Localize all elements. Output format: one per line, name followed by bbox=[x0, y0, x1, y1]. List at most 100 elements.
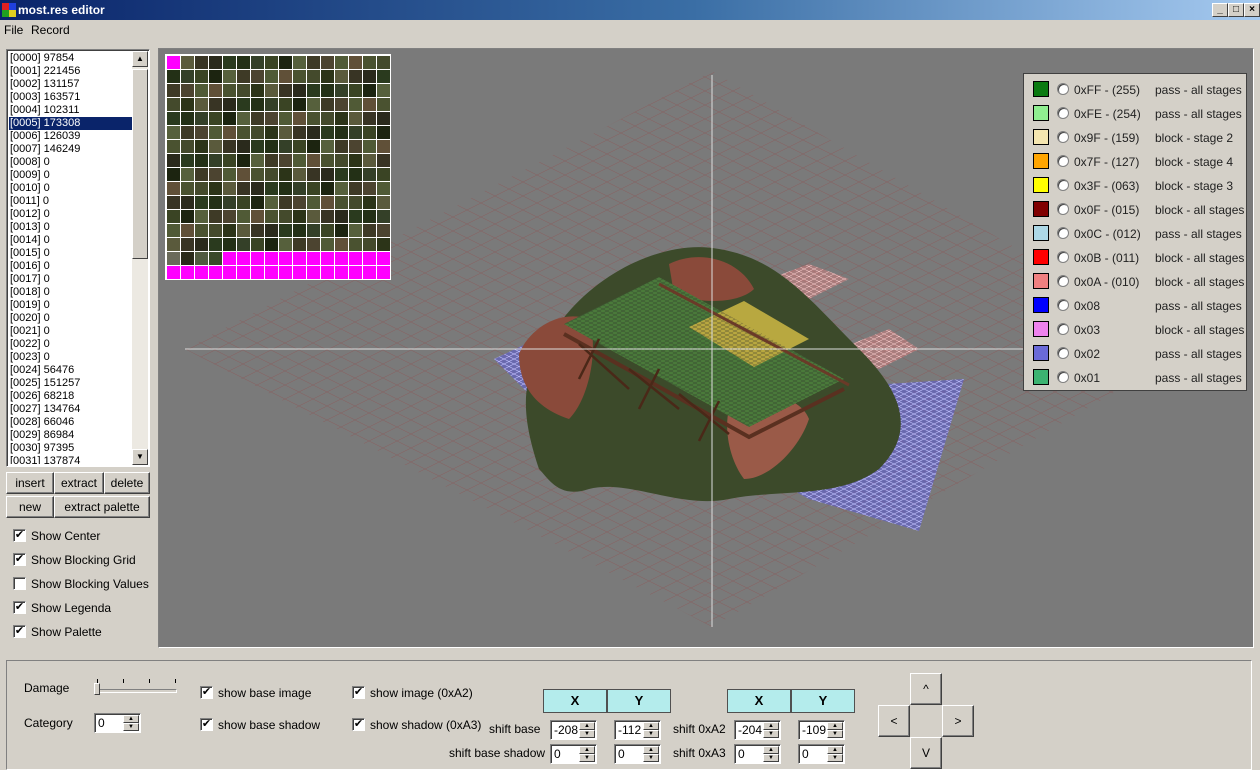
list-item[interactable]: [0005] 173308 bbox=[9, 117, 133, 130]
scroll-down-arrow-icon[interactable]: ▼ bbox=[132, 449, 148, 465]
palette-swatch[interactable] bbox=[265, 210, 278, 223]
list-item[interactable]: [0031] 137874 bbox=[9, 455, 133, 464]
palette-swatch[interactable] bbox=[363, 238, 376, 251]
palette-swatch[interactable] bbox=[167, 98, 180, 111]
list-item[interactable]: [0022] 0 bbox=[9, 338, 133, 351]
palette-swatch[interactable] bbox=[307, 196, 320, 209]
palette-swatch[interactable] bbox=[195, 182, 208, 195]
palette-swatch[interactable] bbox=[237, 98, 250, 111]
shift-a3-x-spinner[interactable]: 0 ▲ ▼ bbox=[734, 744, 781, 764]
palette-swatch[interactable] bbox=[293, 266, 306, 279]
palette-swatch[interactable] bbox=[195, 168, 208, 181]
palette-swatch[interactable] bbox=[209, 224, 222, 237]
palette-swatch[interactable] bbox=[265, 126, 278, 139]
palette-swatch[interactable] bbox=[293, 84, 306, 97]
palette-swatch[interactable] bbox=[321, 126, 334, 139]
palette-swatch[interactable] bbox=[377, 154, 390, 167]
extract-palette-button[interactable]: extract palette bbox=[54, 496, 150, 518]
palette-swatch[interactable] bbox=[195, 140, 208, 153]
palette-swatch[interactable] bbox=[293, 252, 306, 265]
palette-swatch[interactable] bbox=[209, 210, 222, 223]
list-item[interactable]: [0015] 0 bbox=[9, 247, 133, 260]
legend-radio[interactable] bbox=[1057, 323, 1069, 335]
palette-swatch[interactable] bbox=[209, 56, 222, 69]
palette-swatch[interactable] bbox=[195, 210, 208, 223]
palette-swatch[interactable] bbox=[321, 168, 334, 181]
palette-swatch[interactable] bbox=[377, 182, 390, 195]
palette-swatch[interactable] bbox=[349, 140, 362, 153]
insert-button[interactable]: insert bbox=[6, 472, 54, 494]
palette-swatch[interactable] bbox=[279, 126, 292, 139]
legend-row[interactable]: 0x03 block - all stages bbox=[1024, 318, 1248, 342]
palette-swatch[interactable] bbox=[223, 84, 236, 97]
palette-swatch[interactable] bbox=[293, 70, 306, 83]
spin-down-icon[interactable]: ▼ bbox=[579, 754, 595, 762]
palette-swatch[interactable] bbox=[293, 238, 306, 251]
palette-swatch[interactable] bbox=[223, 224, 236, 237]
palette-swatch[interactable] bbox=[321, 224, 334, 237]
spin-down-icon[interactable]: ▼ bbox=[827, 754, 843, 762]
palette-swatch[interactable] bbox=[251, 98, 264, 111]
palette-swatch[interactable] bbox=[279, 210, 292, 223]
palette-swatch[interactable] bbox=[195, 154, 208, 167]
legend-radio[interactable] bbox=[1057, 107, 1069, 119]
palette-swatch[interactable] bbox=[307, 266, 320, 279]
palette-swatch[interactable] bbox=[223, 238, 236, 251]
palette-swatch[interactable] bbox=[377, 84, 390, 97]
palette-swatch[interactable] bbox=[195, 112, 208, 125]
palette-swatch[interactable] bbox=[181, 238, 194, 251]
legend-row[interactable]: 0x01 pass - all stages bbox=[1024, 366, 1248, 390]
palette-swatch[interactable] bbox=[377, 238, 390, 251]
color-palette[interactable] bbox=[165, 54, 391, 280]
damage-slider[interactable] bbox=[7, 661, 187, 701]
palette-swatch[interactable] bbox=[167, 70, 180, 83]
palette-swatch[interactable] bbox=[335, 266, 348, 279]
list-item[interactable]: [0012] 0 bbox=[9, 208, 133, 221]
palette-swatch[interactable] bbox=[293, 196, 306, 209]
palette-swatch[interactable] bbox=[223, 98, 236, 111]
shift-a3-y-spinner[interactable]: 0 ▲ ▼ bbox=[798, 744, 845, 764]
legend-row[interactable]: 0x08 pass - all stages bbox=[1024, 294, 1248, 318]
palette-swatch[interactable] bbox=[223, 196, 236, 209]
palette-swatch[interactable] bbox=[363, 182, 376, 195]
palette-swatch[interactable] bbox=[265, 238, 278, 251]
palette-swatch[interactable] bbox=[349, 112, 362, 125]
palette-swatch[interactable] bbox=[321, 154, 334, 167]
palette-swatch[interactable] bbox=[279, 196, 292, 209]
palette-swatch[interactable] bbox=[363, 140, 376, 153]
palette-swatch[interactable] bbox=[209, 266, 222, 279]
palette-swatch[interactable] bbox=[307, 168, 320, 181]
record-list[interactable]: [0000] 97854 [0001] 221456 [0002] 131157 [0… bbox=[6, 49, 150, 467]
palette-swatch[interactable] bbox=[363, 224, 376, 237]
palette-swatch[interactable] bbox=[335, 224, 348, 237]
palette-swatch[interactable] bbox=[349, 252, 362, 265]
palette-swatch[interactable] bbox=[167, 196, 180, 209]
spin-up-icon[interactable]: ▲ bbox=[827, 746, 843, 754]
palette-swatch[interactable] bbox=[251, 70, 264, 83]
list-item[interactable]: [0011] 0 bbox=[9, 195, 133, 208]
palette-swatch[interactable] bbox=[293, 98, 306, 111]
checkbox-box[interactable]: ✔ bbox=[200, 718, 213, 731]
palette-swatch[interactable] bbox=[307, 126, 320, 139]
list-item[interactable]: [0003] 163571 bbox=[9, 91, 133, 104]
shift-base-shadow-x-spinner[interactable]: 0 ▲ ▼ bbox=[550, 744, 597, 764]
palette-swatch[interactable] bbox=[335, 252, 348, 265]
palette-swatch[interactable] bbox=[293, 112, 306, 125]
extract-button[interactable]: extract bbox=[54, 472, 104, 494]
palette-swatch[interactable] bbox=[181, 70, 194, 83]
palette-swatch[interactable] bbox=[251, 168, 264, 181]
palette-swatch[interactable] bbox=[237, 210, 250, 223]
palette-swatch[interactable] bbox=[251, 126, 264, 139]
palette-swatch[interactable] bbox=[307, 210, 320, 223]
palette-swatch[interactable] bbox=[223, 168, 236, 181]
list-item[interactable]: [0021] 0 bbox=[9, 325, 133, 338]
spin-down-icon[interactable]: ▼ bbox=[827, 730, 843, 738]
list-item[interactable]: [0006] 126039 bbox=[9, 130, 133, 143]
palette-swatch[interactable] bbox=[349, 56, 362, 69]
shift-base-y-spinner[interactable]: -112 ▲ ▼ bbox=[614, 720, 661, 740]
palette-swatch[interactable] bbox=[223, 70, 236, 83]
palette-swatch[interactable] bbox=[349, 266, 362, 279]
palette-swatch[interactable] bbox=[307, 84, 320, 97]
palette-swatch[interactable] bbox=[195, 224, 208, 237]
palette-swatch[interactable] bbox=[377, 70, 390, 83]
